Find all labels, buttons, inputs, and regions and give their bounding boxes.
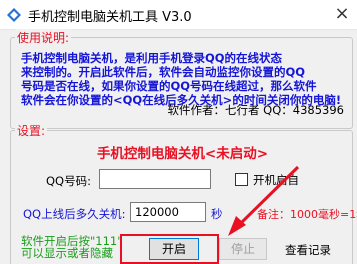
app-icon [7,8,21,22]
autostart-checkbox[interactable] [235,173,248,186]
usage-line: 号码是否在线，如果你设置的QQ号码在线超过，那么软件 [21,79,317,93]
stop-button[interactable]: 停止 [219,238,267,260]
title-bar: 手机控制电脑关机工具 V3.0 × [0,0,357,30]
usage-line: 来控制的。开启此软件后，软件会自动监控你设置的QQ [21,65,306,79]
status-title: 手机控制电脑关机<未启动> [96,146,269,162]
qq-number-label: QQ号码: [46,174,91,188]
usage-description: 手机控制电脑关机，是利用手机登录QQ的在线状态 来控制的。开启此软件后，软件会自… [21,51,351,107]
note-text: 备注：1000毫秒=1秒 [257,208,357,221]
hint-text: 软件开启后按"111" 可以显示或者隐藏 [21,235,123,259]
qq-number-input[interactable] [99,169,211,189]
hint-line: 可以显示或者隐藏 [21,246,113,260]
window-title: 手机控制电脑关机工具 V3.0 [28,10,192,25]
usage-group: 使用说明: 手机控制电脑关机，是利用手机登录QQ的在线状态 来控制的。开启此软件… [10,29,353,129]
view-log-link[interactable]: 查看记录 [285,242,331,258]
client-area: 使用说明: 手机控制电脑关机，是利用手机登录QQ的在线状态 来控制的。开启此软件… [0,29,357,264]
settings-legend: 设置: [15,122,48,139]
delay-label: QQ上线后多久关机: [23,207,126,221]
highlight-box [120,234,219,264]
author-info: 软件作者：七行者 QQ：4385396 [167,103,344,117]
seconds-unit: 秒 [211,207,223,221]
autostart-label: 开机启自 [253,173,299,187]
usage-legend: 使用说明: [15,29,72,46]
usage-line: 手机控制电脑关机，是利用手机登录QQ的在线状态 [21,51,283,65]
delay-input[interactable] [130,202,206,222]
close-icon[interactable]: × [327,0,357,30]
